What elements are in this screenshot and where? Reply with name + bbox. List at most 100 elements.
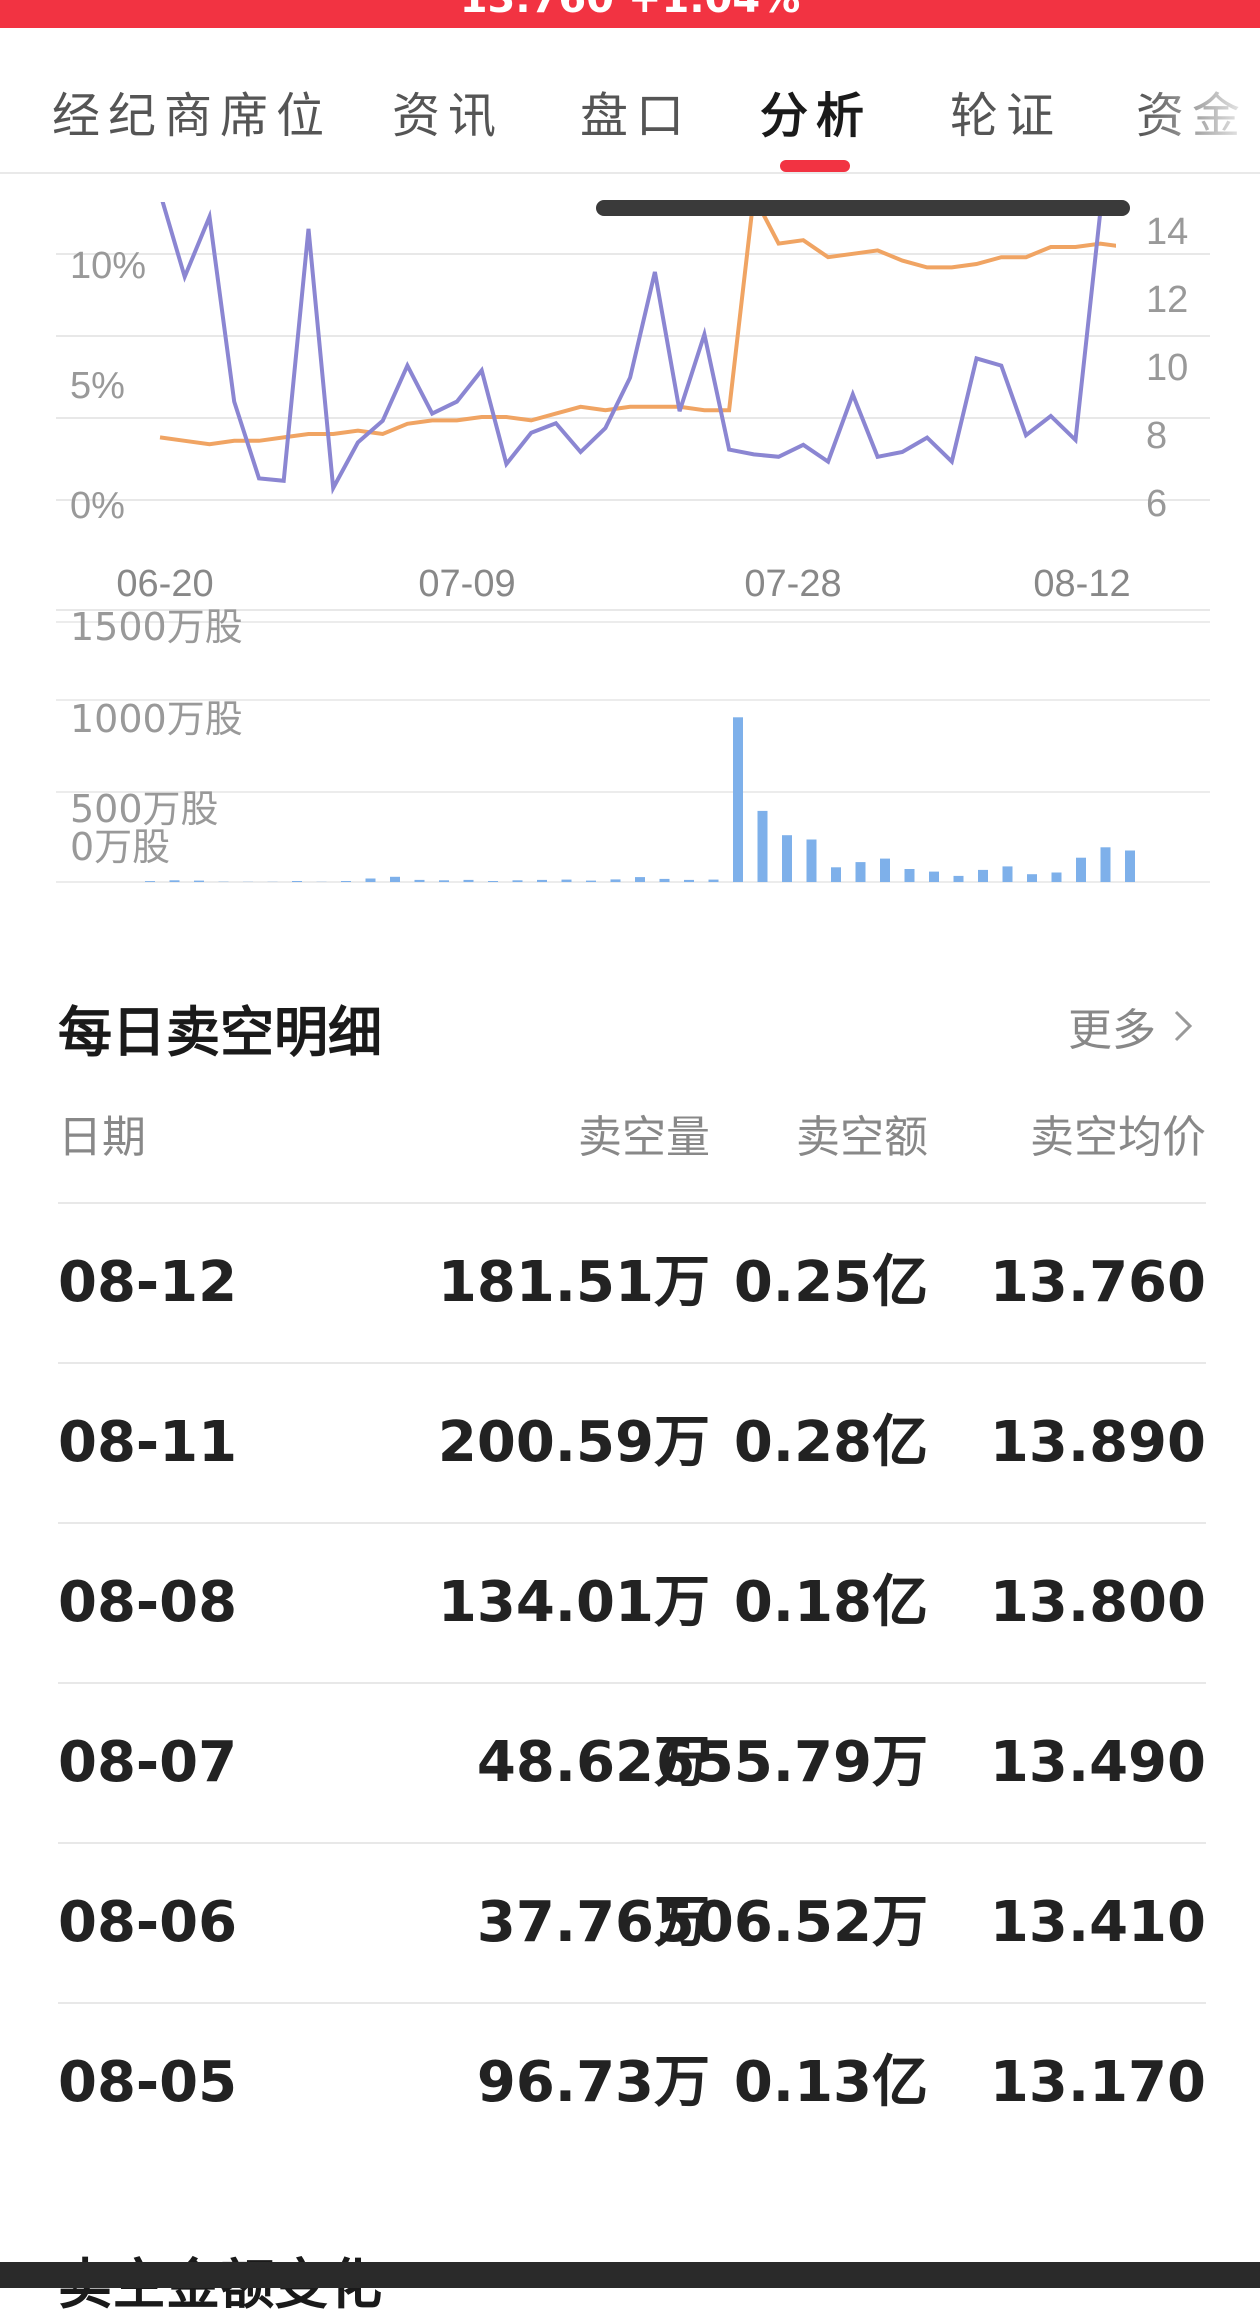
left-axis-tick: 10% (70, 245, 146, 287)
more-label: 更多 (1068, 994, 1156, 1058)
volume-bar (170, 880, 180, 882)
row-amount: 0.28亿 (734, 1364, 928, 1522)
tab-bar-fade (1140, 28, 1260, 172)
x-axis-tick: 07-28 (744, 563, 841, 605)
row-avg-price: 13.170 (990, 2004, 1206, 2162)
bar-axis-tick: 500万股 (70, 787, 219, 831)
volume-bar (1027, 874, 1037, 882)
table-row[interactable]: 08-12 181.51万0.25亿 13.760 (58, 1202, 1206, 1362)
volume-bar (586, 881, 596, 882)
volume-bar (954, 876, 964, 882)
volume-bar (390, 877, 400, 882)
short-ratio-series-line (160, 193, 1125, 488)
row-avg-price: 13.800 (990, 1524, 1206, 1682)
tab-3[interactable]: 分析 (760, 76, 872, 146)
table-row[interactable]: 08-11 200.59万0.28亿 13.890 (58, 1362, 1206, 1522)
row-amount: 506.52万 (656, 1844, 928, 2002)
row-avg-price: 13.490 (990, 1684, 1206, 1842)
column-header-date: 日期 (58, 1098, 146, 1178)
more-link[interactable]: 更多 (1068, 994, 1198, 1058)
column-header-avg-price: 卖空均价 (1030, 1098, 1206, 1178)
volume-bar (292, 881, 302, 882)
volume-bar (635, 877, 645, 882)
table-row[interactable]: 08-08 134.01万0.18亿 13.800 (58, 1522, 1206, 1682)
volume-bar (341, 881, 351, 882)
tab-4[interactable]: 轮证 (950, 76, 1062, 146)
volume-bar (758, 811, 768, 882)
volume-bar (782, 835, 792, 882)
row-volume: 181.51万 (438, 1204, 710, 1362)
row-amount: 0.18亿 (734, 1524, 928, 1682)
x-axis-tick: 08-12 (1033, 563, 1130, 605)
right-axis-tick: 10 (1146, 347, 1188, 389)
column-header-amount: 卖空额 (796, 1098, 928, 1178)
row-amount: 655.79万 (656, 1684, 928, 1842)
volume-bar (366, 879, 376, 883)
row-avg-price: 13.760 (990, 1204, 1206, 1362)
bar-axis-tick: 0万股 (70, 825, 170, 869)
tooltip-edge (596, 200, 1130, 216)
row-amount: 0.13亿 (734, 2004, 928, 2162)
row-date: 08-06 (58, 1844, 237, 2002)
row-date: 08-07 (58, 1684, 237, 1842)
row-volume: 200.59万 (438, 1364, 710, 1522)
tab-0[interactable]: 经纪商席位 (52, 76, 332, 146)
left-axis-tick: 5% (70, 365, 125, 407)
row-avg-price: 13.410 (990, 1844, 1206, 2002)
right-axis-tick: 8 (1146, 415, 1167, 457)
volume-bar (1052, 873, 1062, 883)
price-peek-text: 13.760 +1.04% (0, 0, 1260, 22)
tab-2[interactable]: 盘口 (580, 76, 692, 146)
volume-bar (709, 880, 719, 882)
short-selling-chart: 0% 5% 10% 6 8 10 12 14 06-20 07-09 07-28 08-12 0万股50… (0, 172, 1260, 892)
volume-bar (1125, 851, 1135, 883)
left-axis-tick: 0% (70, 485, 125, 527)
volume-bar (611, 879, 621, 882)
active-tab-indicator (780, 160, 850, 172)
table-row[interactable]: 08-0637.76万506.52万13.410 (58, 1842, 1206, 2002)
volume-bar (513, 880, 523, 882)
volume-bar (145, 881, 155, 882)
row-volume: 134.01万 (438, 1524, 710, 1682)
volume-bar (562, 880, 572, 882)
right-axis-tick: 14 (1146, 211, 1188, 253)
volume-bar (807, 840, 817, 883)
volume-bar (1003, 866, 1013, 882)
row-date: 08-05 (58, 2004, 237, 2162)
volume-bar (488, 881, 498, 882)
row-date: 08-11 (58, 1364, 237, 1522)
right-axis-tick: 12 (1146, 279, 1188, 321)
column-header-volume: 卖空量 (578, 1098, 710, 1178)
row-date: 08-08 (58, 1524, 237, 1682)
x-axis-tick: 06-20 (116, 563, 213, 605)
volume-bar (733, 717, 743, 882)
volume-bar (660, 879, 670, 882)
section-title-daily-short: 每日卖空明细 (58, 988, 382, 1067)
volume-bar (856, 862, 866, 882)
volume-bar (1101, 847, 1111, 882)
volume-bar (415, 880, 425, 882)
table-row[interactable]: 08-0748.62万655.79万13.490 (58, 1682, 1206, 1842)
bottom-dark-bar (0, 2262, 1260, 2288)
detail-table-header: 日期 卖空量 卖空额 卖空均价 (58, 1098, 1206, 1198)
row-amount: 0.25亿 (734, 1204, 928, 1362)
top-status-bar: 13.760 +1.04% (0, 0, 1260, 28)
bar-axis-tick: 1500万股 (70, 605, 243, 649)
chevron-right-icon (1168, 1006, 1198, 1046)
volume-bar (464, 880, 474, 882)
table-row[interactable]: 08-0596.73万0.13亿13.170 (58, 2002, 1206, 2162)
tab-bar: 经纪商席位资讯盘口分析轮证资金 (0, 28, 1260, 174)
volume-bar (194, 881, 204, 882)
right-axis-tick: 6 (1146, 483, 1167, 525)
tab-1[interactable]: 资讯 (392, 76, 504, 146)
volume-bar (537, 880, 547, 882)
volume-bar (978, 870, 988, 882)
volume-bar (684, 880, 694, 882)
volume-bar (439, 880, 449, 882)
row-avg-price: 13.890 (990, 1364, 1206, 1522)
x-axis-tick: 07-09 (418, 563, 515, 605)
volume-bar (831, 867, 841, 882)
bar-axis-tick: 1000万股 (70, 697, 243, 741)
row-date: 08-12 (58, 1204, 237, 1362)
volume-bar (929, 872, 939, 882)
